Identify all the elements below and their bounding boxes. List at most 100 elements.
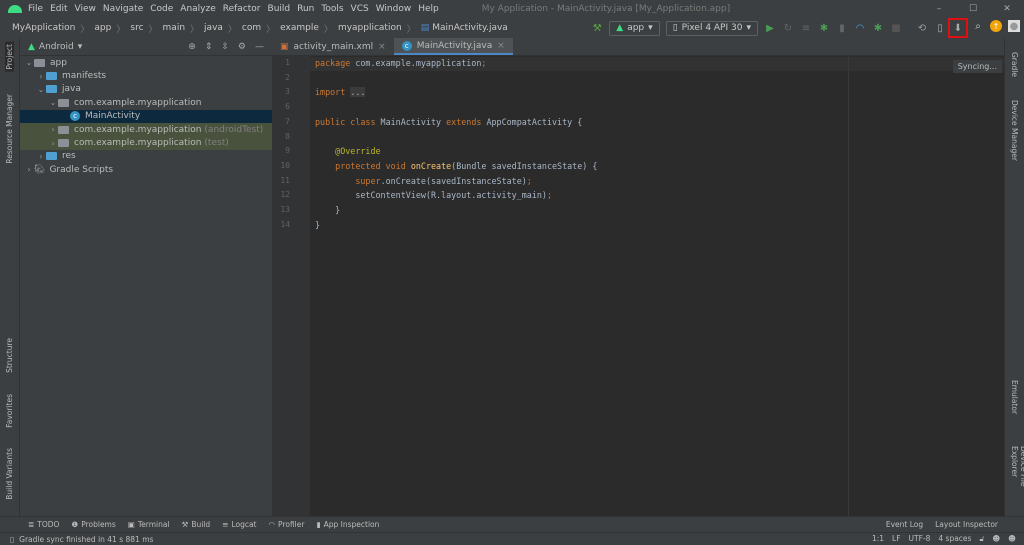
tree-item[interactable]: › com.example.myapplication (test) [20, 136, 272, 150]
menu-analyze[interactable]: Analyze [180, 4, 215, 14]
run-config-select[interactable]: ▲ app ▾ [609, 20, 660, 36]
menu-edit[interactable]: Edit [50, 4, 67, 14]
emulator-tool-tab[interactable]: Emulator [1010, 380, 1019, 414]
menu-run[interactable]: Run [297, 4, 314, 14]
menu-vcs[interactable]: VCS [351, 4, 369, 14]
update-icon[interactable]: ↑ [990, 20, 1002, 32]
menu-view[interactable]: View [75, 4, 96, 14]
attach-debugger-process-icon[interactable]: ✱ [872, 22, 884, 34]
tab-activity-main-xml[interactable]: ▣ activity_main.xml × [272, 38, 394, 55]
device-file-explorer-tool-tab[interactable]: Device File Explorer [1010, 446, 1024, 516]
minimize-button[interactable]: – [922, 0, 956, 18]
apply-code-changes-icon[interactable]: ≡ [800, 22, 812, 34]
breadcrumb-item[interactable]: main [163, 23, 186, 33]
chevron-down-icon[interactable]: ⌄ [24, 58, 34, 67]
menu-file[interactable]: File [28, 4, 43, 14]
tool-window-profiler[interactable]: ◠ Profiler [269, 520, 305, 529]
menu-window[interactable]: Window [376, 4, 412, 14]
caret-position[interactable]: 1:1 [872, 534, 884, 544]
search-icon[interactable]: ⌕ [972, 20, 984, 32]
apply-changes-icon[interactable]: ↻ [782, 22, 794, 34]
profile-icon[interactable]: ◠ [854, 22, 866, 34]
line-separator[interactable]: LF [892, 534, 901, 544]
tree-item[interactable]: ⌄ com.example.myapplication [20, 96, 272, 109]
menu-navigate[interactable]: Navigate [103, 4, 143, 14]
chevron-right-icon[interactable]: › [48, 139, 58, 148]
chevron-right-icon[interactable]: › [48, 125, 58, 134]
hide-icon[interactable]: — [255, 42, 264, 52]
run-icon[interactable]: ▶ [764, 22, 776, 34]
chevron-right-icon[interactable]: › [36, 152, 46, 161]
close-button[interactable]: ✕ [990, 0, 1024, 18]
breadcrumb-item[interactable]: MainActivity.java [432, 23, 508, 33]
tree-item[interactable]: ⌄ app [20, 56, 272, 69]
tree-item[interactable]: › 🐘︎ Gradle Scripts [20, 163, 272, 176]
breadcrumb-item[interactable]: MyApplication [12, 23, 75, 33]
project-view-select[interactable]: Android [39, 42, 74, 52]
file-encoding[interactable]: UTF-8 [909, 534, 931, 544]
close-tab-icon[interactable]: × [497, 41, 505, 51]
tree-item-label: com.example.myapplication [74, 138, 202, 149]
sdk-manager-icon[interactable]: ⬇ [948, 18, 968, 38]
tool-window-layout-inspector[interactable]: Layout Inspector [935, 520, 998, 529]
tree-item[interactable]: › manifests [20, 69, 272, 82]
gear-icon[interactable]: ⚙ [238, 42, 246, 52]
resource-manager-tool-tab[interactable]: Resource Manager [5, 94, 14, 164]
attach-debugger-icon[interactable]: ▮ [836, 22, 848, 34]
status-message[interactable]: Gradle sync finished in 41 s 881 ms [19, 535, 153, 544]
maximize-button[interactable]: ☐ [956, 0, 990, 18]
tree-item[interactable]: ⌄ java [20, 83, 272, 96]
tool-window-terminal[interactable]: ▣ Terminal [128, 520, 170, 529]
menu-help[interactable]: Help [418, 4, 439, 14]
lock-icon[interactable]: 🔓︎ [979, 534, 984, 544]
collapse-all-icon[interactable]: ⇳ [221, 42, 229, 52]
gradle-tool-tab[interactable]: Gradle [1010, 52, 1019, 77]
tool-window-event-log[interactable]: Event Log [886, 520, 923, 529]
expand-all-icon[interactable]: ⇕ [205, 42, 213, 52]
tool-window-problems[interactable]: ❶ Problems [71, 520, 115, 529]
tool-window-logcat[interactable]: ≡ Logcat [222, 520, 256, 529]
chevron-right-icon[interactable]: › [24, 165, 34, 174]
menu-code[interactable]: Code [150, 4, 173, 14]
project-tool-tab[interactable]: Project [5, 42, 14, 72]
tool-window-build[interactable]: ⚒ Build [182, 520, 211, 529]
account-icon[interactable]: ● [1008, 20, 1020, 32]
tree-item-label: Gradle Scripts [49, 164, 114, 175]
tool-window-app-inspection[interactable]: ▮ App Inspection [316, 520, 379, 529]
debug-icon[interactable]: ✱ [818, 22, 830, 34]
inspection-icon[interactable]: ☻ [992, 534, 1000, 544]
chevron-down-icon[interactable]: ▾ [78, 42, 83, 52]
indent-setting[interactable]: 4 spaces [938, 534, 971, 544]
structure-tool-tab[interactable]: Structure [5, 338, 14, 373]
chevron-right-icon[interactable]: › [36, 72, 46, 81]
breadcrumb-item[interactable]: src [130, 23, 143, 33]
menu-refactor[interactable]: Refactor [223, 4, 261, 14]
close-tab-icon[interactable]: × [378, 42, 386, 52]
breadcrumb-item[interactable]: myapplication [338, 23, 402, 33]
device-select[interactable]: ▯ Pixel 4 API 30 ▾ [665, 20, 758, 36]
code-token: ; [526, 175, 532, 186]
stop-icon[interactable]: ■ [890, 22, 902, 34]
tree-item[interactable]: › res [20, 150, 272, 163]
menu-tools[interactable]: Tools [321, 4, 343, 14]
favorites-tool-tab[interactable]: Favorites [5, 394, 14, 428]
locate-icon[interactable]: ⊕ [188, 42, 196, 52]
sync-gradle-icon[interactable]: ⟲ [916, 22, 928, 34]
chevron-down-icon[interactable]: ⌄ [48, 98, 58, 107]
device-manager-tool-tab[interactable]: Device Manager [1010, 100, 1019, 161]
chevron-down-icon[interactable]: ⌄ [36, 85, 46, 94]
code-token: ... [350, 87, 366, 98]
tree-item[interactable]: › com.example.myapplication (androidTest) [20, 122, 272, 137]
breadcrumb-item[interactable]: java [204, 23, 223, 33]
feedback-icon[interactable]: ☻ [1008, 534, 1016, 544]
device-manager-icon[interactable]: ▯ [934, 22, 946, 34]
breadcrumb-item[interactable]: example [280, 23, 319, 33]
breadcrumb-item[interactable]: com [242, 23, 261, 33]
build-variants-tool-tab[interactable]: Build Variants [5, 448, 14, 500]
tab-main-activity-java[interactable]: c MainActivity.java × [393, 38, 513, 55]
menu-build[interactable]: Build [268, 4, 291, 14]
breadcrumb-item[interactable]: app [94, 23, 111, 33]
make-project-icon[interactable]: ⚒ [591, 22, 603, 34]
tree-item[interactable]: c MainActivity [20, 109, 272, 123]
tool-window-todo[interactable]: ≣ TODO [28, 520, 59, 529]
